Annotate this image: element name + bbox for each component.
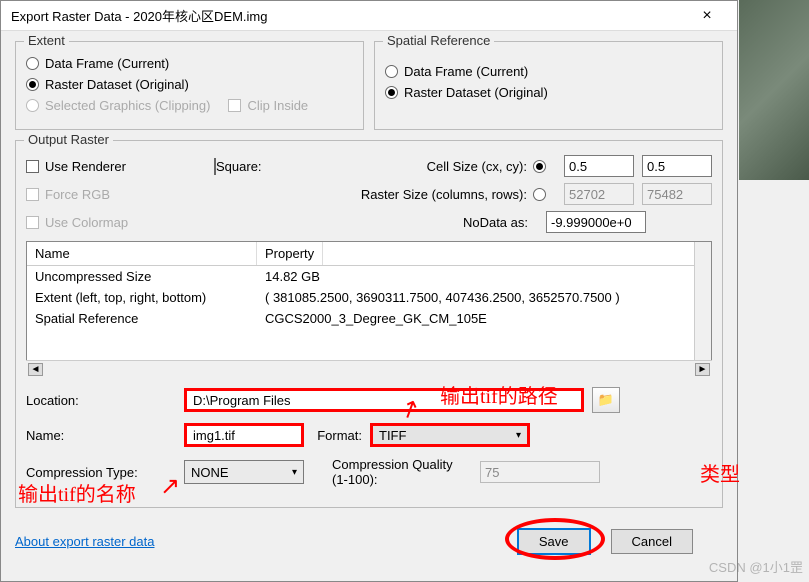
- format-combo[interactable]: TIFF▾: [370, 423, 530, 447]
- scroll-left-icon[interactable]: ◄: [28, 363, 43, 376]
- cancel-button[interactable]: Cancel: [611, 529, 693, 554]
- extent-clipping-radio: [26, 99, 39, 112]
- sr-dataframe-radio[interactable]: [385, 65, 398, 78]
- extent-raster-radio[interactable]: [26, 78, 39, 91]
- compression-quality-input: [480, 461, 600, 483]
- watermark: CSDN @1小1罡: [709, 557, 803, 576]
- extent-dataframe-radio[interactable]: [26, 57, 39, 70]
- horizontal-scrollbar[interactable]: ◄►: [26, 360, 712, 377]
- about-link[interactable]: About export raster data: [15, 534, 154, 549]
- browse-folder-button[interactable]: 📁: [592, 387, 620, 413]
- extent-dataframe-label: Data Frame (Current): [45, 56, 169, 71]
- extent-raster-label: Raster Dataset (Original): [45, 77, 189, 92]
- table-header-name: Name: [27, 242, 257, 265]
- output-raster-group: Output Raster Use Renderer Square: Cell …: [15, 140, 723, 508]
- titlebar: Export Raster Data - 2020年核心区DEM.img ×: [1, 1, 737, 31]
- use-renderer-label: Use Renderer: [45, 159, 126, 174]
- extent-group: Extent Data Frame (Current) Raster Datas…: [15, 41, 364, 130]
- extent-legend: Extent: [24, 33, 69, 48]
- use-renderer-checkbox[interactable]: [26, 160, 39, 173]
- table-row: Extent (left, top, right, bottom)( 38108…: [27, 287, 694, 308]
- compression-type-combo[interactable]: NONE▾: [184, 460, 304, 484]
- chevron-down-icon: ▾: [516, 430, 521, 441]
- cx-input[interactable]: [564, 155, 634, 177]
- cy-input[interactable]: [642, 155, 712, 177]
- name-input[interactable]: [184, 423, 304, 447]
- clip-inside-label: Clip Inside: [247, 98, 308, 113]
- chevron-down-icon: ▾: [292, 467, 297, 478]
- use-colormap-label: Use Colormap: [45, 215, 128, 230]
- scroll-right-icon[interactable]: ►: [695, 363, 710, 376]
- sr-raster-radio[interactable]: [385, 86, 398, 99]
- compression-quality-label: Compression Quality (1-100):: [312, 457, 472, 487]
- name-label: Name:: [26, 428, 176, 443]
- use-colormap-checkbox: [26, 216, 39, 229]
- cols-input: [564, 183, 634, 205]
- location-input[interactable]: [184, 388, 584, 412]
- extent-clipping-label: Selected Graphics (Clipping): [45, 98, 210, 113]
- square-label: Square:: [216, 159, 262, 174]
- sr-raster-label: Raster Dataset (Original): [404, 85, 548, 100]
- cellsize-label: Cell Size (cx, cy):: [427, 159, 527, 174]
- vertical-scrollbar[interactable]: [694, 242, 711, 360]
- table-header-property: Property: [257, 242, 323, 265]
- rastersize-label: Raster Size (columns, rows):: [361, 187, 527, 202]
- spatial-ref-legend: Spatial Reference: [383, 33, 494, 48]
- cellsize-radio[interactable]: [533, 160, 546, 173]
- close-icon[interactable]: ×: [687, 7, 727, 25]
- table-row: Uncompressed Size14.82 GB: [27, 266, 694, 287]
- folder-icon: 📁: [598, 392, 614, 408]
- table-row: Spatial ReferenceCGCS2000_3_Degree_GK_CM…: [27, 308, 694, 329]
- spatial-ref-group: Spatial Reference Data Frame (Current) R…: [374, 41, 723, 130]
- sr-dataframe-label: Data Frame (Current): [404, 64, 528, 79]
- export-raster-dialog: Export Raster Data - 2020年核心区DEM.img × E…: [0, 0, 738, 582]
- output-legend: Output Raster: [24, 132, 113, 147]
- compression-type-label: Compression Type:: [26, 465, 176, 480]
- format-label: Format:: [312, 428, 362, 443]
- nodata-input[interactable]: [546, 211, 646, 233]
- clip-inside-checkbox: [228, 99, 241, 112]
- rows-input: [642, 183, 712, 205]
- nodata-label: NoData as:: [463, 215, 528, 230]
- save-button[interactable]: Save: [517, 528, 591, 555]
- rastersize-radio[interactable]: [533, 188, 546, 201]
- location-label: Location:: [26, 393, 176, 408]
- window-title: Export Raster Data - 2020年核心区DEM.img: [11, 6, 687, 25]
- properties-table: NameProperty Uncompressed Size14.82 GB E…: [26, 241, 712, 361]
- force-rgb-label: Force RGB: [45, 187, 110, 202]
- force-rgb-checkbox: [26, 188, 39, 201]
